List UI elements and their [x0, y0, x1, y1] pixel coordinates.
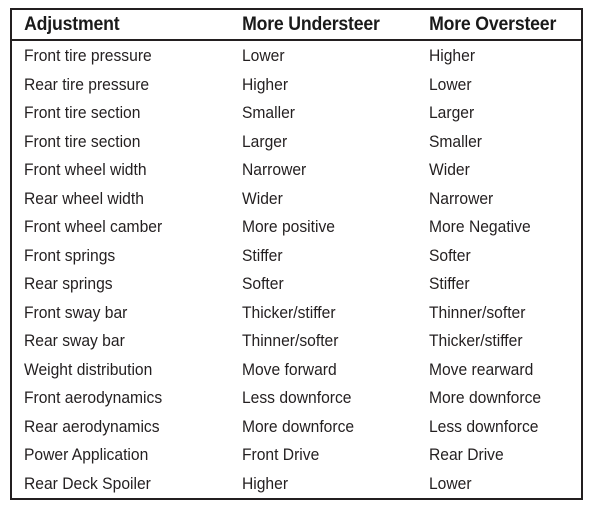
table-row: Rear Deck Spoiler Higher Lower — [12, 470, 581, 499]
adjustment-table: Adjustment More Understeer More Overstee… — [12, 10, 581, 498]
table-cell-more_understeer: Higher — [241, 74, 289, 94]
table-cell-more_understeer: Stiffer — [241, 245, 283, 265]
table-cell-adjustment: Front tire pressure — [23, 46, 152, 65]
table-row: Front wheel width Narrower Wider — [12, 156, 581, 185]
table-row: Front wheel camber More positive More Nega… — [12, 213, 581, 242]
table-cell-adjustment: Front aerodynamics — [23, 388, 163, 407]
table-header-row: Adjustment More Understeer More Overstee… — [12, 10, 581, 41]
table-cell-more_oversteer: Higher — [428, 46, 476, 65]
table-row: Front tire section Larger Smaller — [12, 128, 581, 157]
table-row: Weight distribution Move forward Move rear… — [12, 356, 581, 385]
table-cell-adjustment: Rear Deck Spoiler — [23, 473, 151, 493]
table-cell-more_oversteer: Thinner/softer — [428, 302, 526, 322]
column-header-more-understeer: More Understeer — [230, 10, 404, 41]
table-cell-more_oversteer: Move rearward — [428, 359, 534, 379]
table-cell-more_understeer: Larger — [241, 131, 288, 151]
table-cell-adjustment: Weight distribution — [23, 359, 153, 379]
table-header: Adjustment More Understeer More Overstee… — [12, 10, 581, 41]
table-cell-more_oversteer: More Negative — [428, 217, 531, 236]
column-header-adjustment: Adjustment — [12, 10, 215, 41]
table-row: Front springs Stiffer Softer — [12, 242, 581, 271]
table-cell-more_oversteer: Thicker/stiffer — [428, 331, 523, 350]
table-cell-adjustment: Power Application — [23, 445, 149, 464]
table-cell-more_oversteer: Lower — [428, 473, 472, 493]
table-cell-more_understeer: Move forward — [241, 359, 337, 379]
table-row: Power Application Front Drive Rear Drive — [12, 441, 581, 470]
table-row: Front aerodynamics Less downforce More dow… — [12, 384, 581, 413]
table-cell-more_oversteer: Stiffer — [428, 274, 470, 293]
adjustment-table-frame: Adjustment More Understeer More Overstee… — [10, 8, 583, 500]
table-cell-more_oversteer: Larger — [428, 103, 475, 122]
table-cell-more_oversteer: Less downforce — [428, 416, 539, 436]
table-row: Rear wheel width Wider Narrower — [12, 185, 581, 214]
table-cell-more_oversteer: More downforce — [428, 388, 542, 407]
table-row: Rear tire pressure Higher Lower — [12, 71, 581, 100]
table-cell-adjustment: Front wheel width — [23, 160, 147, 179]
table-row: Rear aerodynamics More downforce Less down… — [12, 413, 581, 442]
table-cell-more_understeer: Less downforce — [241, 388, 352, 407]
table-row: Front tire section Smaller Larger — [12, 99, 581, 128]
table-row: Front tire pressure Lower Higher — [12, 40, 581, 71]
table-cell-more_understeer: Softer — [241, 274, 284, 293]
table-cell-adjustment: Front wheel camber — [23, 217, 163, 236]
table-cell-more_understeer: More positive — [241, 217, 335, 236]
table-cell-more_oversteer: Lower — [428, 74, 472, 94]
table-cell-more_understeer: Wider — [241, 188, 283, 208]
column-header-more-oversteer: More Oversteer — [417, 10, 570, 41]
table-cell-adjustment: Front tire section — [23, 131, 141, 151]
page: Adjustment More Understeer More Overstee… — [0, 0, 600, 518]
table-cell-more_understeer: Smaller — [241, 103, 295, 122]
table-cell-more_oversteer: Smaller — [428, 131, 482, 151]
table-cell-more_understeer: Lower — [241, 46, 285, 65]
table-cell-more_understeer: Thicker/stiffer — [241, 302, 336, 322]
table-cell-more_oversteer: Rear Drive — [428, 445, 504, 464]
table-cell-adjustment: Front springs — [23, 245, 116, 265]
table-cell-more_oversteer: Wider — [428, 160, 470, 179]
table-cell-adjustment: Rear wheel width — [23, 188, 144, 208]
table-cell-more_understeer: Front Drive — [241, 445, 320, 464]
table-row: Front sway bar Thicker/stiffer Thinner/sof… — [12, 299, 581, 328]
table-cell-adjustment: Rear aerodynamics — [23, 416, 160, 436]
table-cell-adjustment: Rear tire pressure — [23, 74, 150, 94]
table-cell-more_understeer: Thinner/softer — [241, 331, 339, 350]
table-cell-adjustment: Front sway bar — [23, 302, 128, 322]
table-cell-more_understeer: Higher — [241, 473, 289, 493]
table-body: Front tire pressure Lower Higher Rear tire … — [12, 40, 581, 498]
table-cell-adjustment: Rear springs — [23, 274, 113, 293]
table-cell-adjustment: Rear sway bar — [23, 331, 125, 350]
table-cell-adjustment: Front tire section — [23, 103, 141, 122]
table-cell-more_oversteer: Softer — [428, 245, 471, 265]
table-cell-more_understeer: More downforce — [241, 416, 355, 436]
table-cell-more_understeer: Narrower — [241, 160, 307, 179]
table-row: Rear springs Softer Stiffer — [12, 270, 581, 299]
table-row: Rear sway bar Thinner/softer Thicker/stiff… — [12, 327, 581, 356]
table-cell-more_oversteer: Narrower — [428, 188, 494, 208]
